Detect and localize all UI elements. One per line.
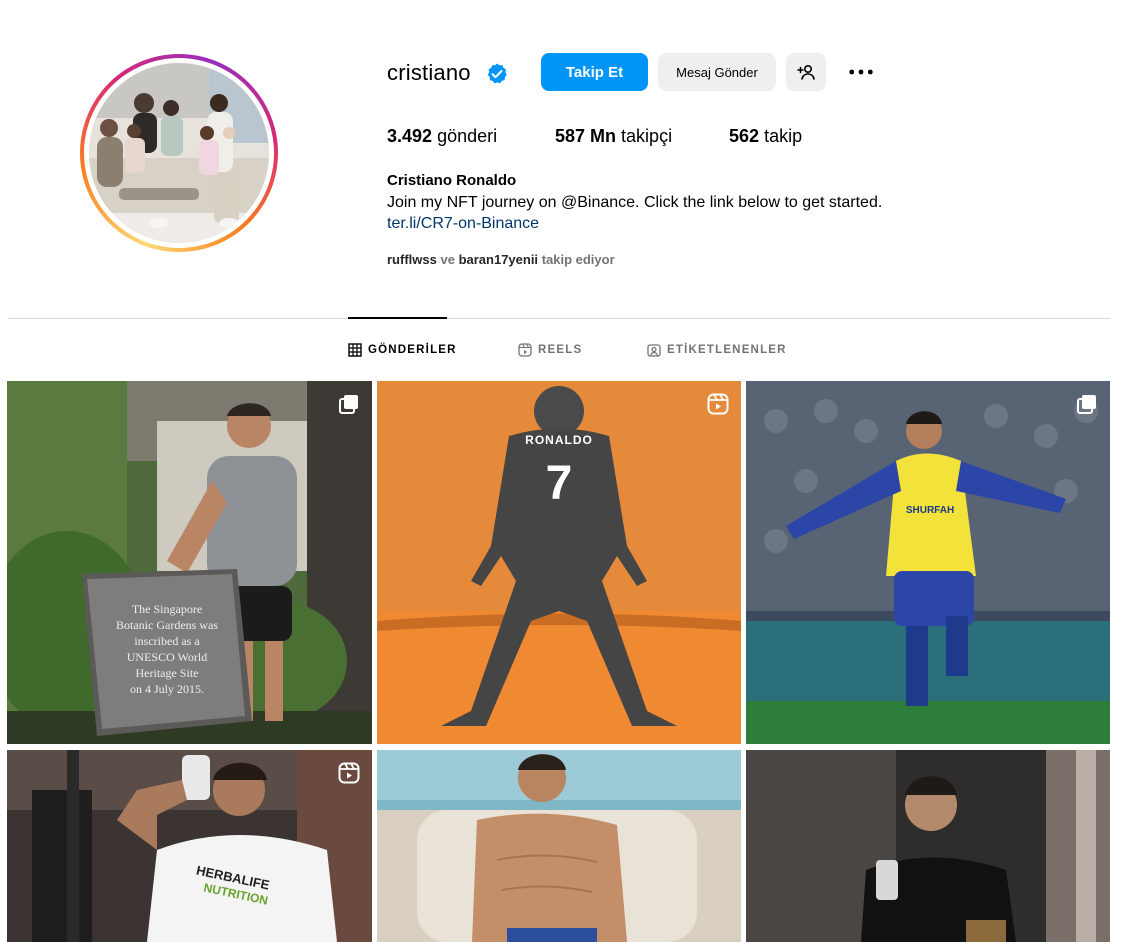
followers-count-label: takipçi — [621, 126, 673, 146]
profile-link[interactable]: ter.li/CR7-on-Binance — [387, 215, 539, 233]
profile-bio: Join my NFT journey on @Binance. Click t… — [387, 194, 883, 211]
posts-count: 3.492 gönderi — [387, 126, 497, 147]
post-image: SHURFAH — [746, 381, 1110, 744]
svg-text:UNESCO World: UNESCO World — [127, 650, 207, 664]
verified-badge-icon — [487, 63, 507, 84]
svg-text:on 4 July 2015.: on 4 July 2015. — [130, 682, 204, 696]
followers-count-value: 587 Mn — [555, 126, 617, 146]
profile-username: cristiano — [387, 60, 471, 85]
profile-full-name: Cristiano Ronaldo — [387, 172, 517, 189]
post-thumbnail[interactable] — [377, 750, 741, 942]
following-link[interactable]: 562 takip — [729, 126, 802, 147]
tab-reels-label: REELS — [538, 344, 583, 356]
post-thumbnail[interactable]: RONALDO 7 — [377, 381, 741, 744]
add-person-icon — [797, 64, 815, 80]
more-options-button[interactable] — [842, 53, 880, 91]
tab-reels[interactable]: REELS — [518, 343, 582, 357]
post-thumbnail[interactable]: SHURFAH — [746, 381, 1110, 744]
post-thumbnail[interactable]: HERBALIFE NUTRITION — [7, 750, 372, 942]
follower-username-2: baran17yenii — [458, 252, 539, 267]
avatar-photo — [89, 63, 269, 243]
more-options-icon — [849, 69, 873, 75]
tagged-icon — [647, 344, 661, 357]
tabs-divider — [8, 318, 1110, 319]
following-count-value: 562 — [729, 126, 760, 146]
post-thumbnail[interactable] — [746, 750, 1110, 942]
carousel-icon — [1077, 395, 1096, 414]
post-image: RONALDO 7 — [377, 381, 741, 744]
tab-tagged[interactable]: ETİKETLENENLER — [647, 343, 787, 357]
posts-count-label: gönderi — [437, 126, 498, 146]
svg-text:Heritage Site: Heritage Site — [136, 666, 199, 680]
reels-icon — [707, 393, 729, 415]
grid-icon — [348, 343, 362, 357]
followed-by-text[interactable]: rufflwss ve baran17yenii takip ediyor — [387, 252, 615, 267]
posts-count-value: 3.492 — [387, 126, 433, 146]
post-image — [746, 750, 1110, 942]
profile-avatar-ring[interactable] — [80, 54, 278, 252]
followed-by-suffix: takip ediyor — [541, 252, 615, 267]
follower-username-1: rufflwss — [387, 252, 437, 267]
reels-icon — [338, 762, 360, 784]
active-tab-indicator — [348, 317, 447, 319]
tab-posts[interactable]: GÖNDERİLER — [348, 343, 457, 357]
svg-text:Botanic Gardens was: Botanic Gardens was — [116, 618, 218, 632]
svg-text:7: 7 — [546, 457, 573, 510]
followers-link[interactable]: 587 Mn takipçi — [555, 126, 672, 147]
profile-avatar[interactable] — [89, 63, 269, 243]
post-thumbnail[interactable]: The Singapore Botanic Gardens was inscri… — [7, 381, 372, 744]
svg-text:inscribed as a: inscribed as a — [134, 634, 200, 648]
follow-button[interactable]: Takip Et — [541, 53, 648, 91]
post-image — [377, 750, 741, 942]
post-image: The Singapore Botanic Gardens was inscri… — [7, 381, 372, 744]
post-image: HERBALIFE NUTRITION — [7, 750, 372, 942]
following-count-label: takip — [764, 126, 803, 146]
suggest-user-button[interactable] — [786, 53, 826, 91]
tab-posts-label: GÖNDERİLER — [368, 344, 457, 356]
svg-text:RONALDO: RONALDO — [525, 433, 593, 447]
tab-tagged-label: ETİKETLENENLER — [667, 344, 787, 356]
svg-text:The Singapore: The Singapore — [132, 602, 202, 616]
followed-by-joiner: ve — [440, 252, 455, 267]
reels-icon — [518, 343, 532, 357]
message-button[interactable]: Mesaj Gönder — [658, 53, 776, 91]
carousel-icon — [339, 395, 358, 414]
svg-text:SHURFAH: SHURFAH — [906, 505, 954, 516]
